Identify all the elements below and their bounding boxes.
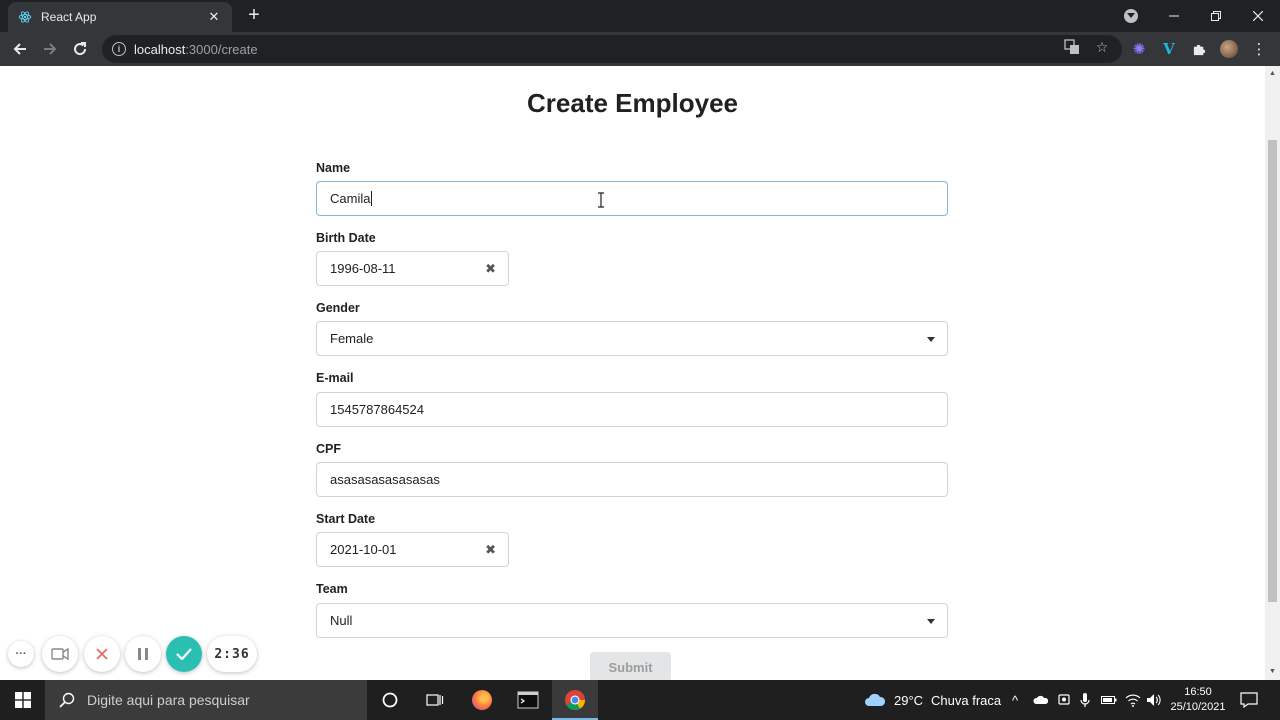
- terminal-icon[interactable]: [505, 680, 551, 720]
- volume-icon[interactable]: [1146, 680, 1162, 720]
- avatar[interactable]: [1220, 40, 1238, 58]
- recorder-timer: 2:36: [207, 636, 257, 672]
- onedrive-icon[interactable]: [1033, 680, 1049, 720]
- page-content: Create Employee Name Camila Birth Date 1…: [0, 66, 1265, 680]
- ibeam-cursor-icon: [598, 192, 604, 208]
- submit-button[interactable]: Submit: [590, 652, 671, 680]
- vimeo-icon[interactable]: V: [1160, 40, 1178, 58]
- team-label: Team: [316, 582, 348, 596]
- address-bar[interactable]: i localhost:3000/create: [102, 35, 1122, 63]
- taskview-icon[interactable]: [412, 680, 458, 720]
- start-date-label: Start Date: [316, 512, 376, 526]
- dropdown-arrow-icon: [927, 619, 935, 624]
- email-input[interactable]: 1545787864524: [316, 392, 948, 427]
- check-icon: [176, 648, 192, 660]
- clock-date: 25/10/2021: [1170, 701, 1226, 713]
- scroll-down-icon[interactable]: ▼: [1268, 668, 1277, 676]
- name-value: Camila: [330, 191, 371, 206]
- notifications-icon[interactable]: [1240, 680, 1258, 720]
- weather-icon: [865, 693, 886, 706]
- info-icon[interactable]: i: [112, 42, 126, 56]
- name-label: Name: [316, 161, 351, 175]
- menu-icon[interactable]: ⋮: [1250, 40, 1268, 58]
- name-input[interactable]: Camila: [316, 181, 948, 216]
- birth-date-input[interactable]: 1996-08-11 ✖: [316, 251, 509, 286]
- weather-desc: Chuva fraca: [931, 692, 1002, 708]
- clear-icon[interactable]: ✖: [485, 542, 496, 558]
- tab-search-icon[interactable]: [1124, 9, 1138, 23]
- browser-titlebar: React App ✕ +: [0, 0, 1280, 32]
- gender-value: Female: [330, 331, 374, 346]
- windows-taskbar: Digite aqui para pesquisar 29°C Chuva fr…: [0, 680, 1280, 720]
- recorder-pause-button[interactable]: [125, 636, 161, 672]
- taskbar-search[interactable]: Digite aqui para pesquisar: [45, 680, 367, 720]
- extension-icon[interactable]: ✺: [1130, 40, 1148, 58]
- cpf-label: CPF: [316, 442, 341, 456]
- windows-icon[interactable]: [0, 680, 45, 720]
- start-date-input[interactable]: 2021-10-01 ✖: [316, 532, 509, 567]
- back-icon[interactable]: [8, 37, 32, 61]
- star-icon[interactable]: ☆: [1093, 38, 1111, 56]
- close-icon: [96, 648, 108, 660]
- forward-icon[interactable]: [38, 37, 62, 61]
- birth-date-label: Birth Date: [316, 231, 376, 245]
- scroll-thumb[interactable]: [1268, 140, 1277, 602]
- meet-icon[interactable]: [1057, 680, 1071, 720]
- search-icon: [59, 692, 75, 708]
- clock-time: 16:50: [1184, 686, 1212, 698]
- gender-label: Gender: [316, 301, 360, 315]
- recorder-finish-button[interactable]: [166, 636, 202, 672]
- more-icon: ···: [15, 648, 27, 660]
- url-host: localhost: [134, 41, 186, 57]
- team-select[interactable]: Null: [316, 603, 948, 638]
- gender-select[interactable]: Female: [316, 321, 948, 356]
- react-icon: [18, 10, 32, 24]
- clear-icon[interactable]: ✖: [485, 261, 496, 277]
- scroll-up-icon[interactable]: ▲: [1268, 70, 1277, 78]
- weather-temp: 29°C: [894, 692, 924, 708]
- recorder-cancel-button[interactable]: [84, 636, 120, 672]
- reload-icon[interactable]: [68, 37, 92, 61]
- cpf-value: asasasasasasasas: [330, 472, 440, 487]
- wifi-icon[interactable]: [1125, 680, 1141, 720]
- battery-icon[interactable]: [1101, 680, 1117, 720]
- microphone-icon[interactable]: [1080, 680, 1090, 720]
- start-date-value: 2021-10-01: [330, 542, 397, 557]
- page-scrollbar[interactable]: ▲ ▼: [1265, 66, 1280, 680]
- restore-icon[interactable]: [1195, 0, 1237, 32]
- recorder-camera-button[interactable]: [42, 636, 78, 672]
- recorder-more-button[interactable]: ···: [8, 641, 34, 667]
- pause-icon: [138, 648, 148, 660]
- team-value: Null: [330, 613, 353, 628]
- email-value: 1545787864524: [330, 402, 424, 417]
- tab-title: React App: [41, 10, 97, 24]
- camera-icon: [51, 647, 69, 661]
- tray-chevron-icon[interactable]: ^: [1012, 680, 1018, 720]
- recorder-elapsed: 2:36: [214, 646, 250, 662]
- browser-tab[interactable]: React App ✕: [8, 2, 232, 32]
- chrome-icon[interactable]: [552, 680, 598, 720]
- cortana-icon[interactable]: [367, 680, 413, 720]
- url-path: :3000/create: [185, 41, 258, 57]
- weather-widget[interactable]: 29°C Chuva fraca: [864, 680, 1001, 720]
- dropdown-arrow-icon: [927, 337, 935, 342]
- close-icon[interactable]: ✕: [206, 9, 222, 25]
- text-caret: [371, 191, 373, 206]
- puzzle-icon[interactable]: [1190, 40, 1208, 58]
- email-label: E-mail: [316, 371, 354, 385]
- translate-icon[interactable]: [1063, 38, 1081, 56]
- window-close-icon[interactable]: [1237, 0, 1279, 32]
- cpf-input[interactable]: asasasasasasasas: [316, 462, 948, 497]
- browser-toolbar: i localhost:3000/create ☆ ✺ V ⋮: [0, 32, 1280, 66]
- page-title: Create Employee: [527, 88, 738, 118]
- taskbar-clock[interactable]: 16:50 25/10/2021: [1168, 685, 1228, 715]
- minimize-icon[interactable]: [1153, 0, 1195, 32]
- search-placeholder: Digite aqui para pesquisar: [87, 692, 250, 708]
- birth-date-value: 1996-08-11: [330, 261, 396, 276]
- plus-icon[interactable]: +: [244, 5, 264, 25]
- firefox-icon[interactable]: [459, 680, 505, 720]
